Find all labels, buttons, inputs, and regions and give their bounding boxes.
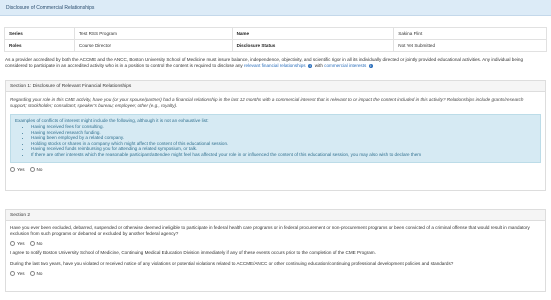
page-header: Disclosure of Commercial Relationships [0,0,551,16]
intro-mid-text: with [314,63,323,69]
yes-label: Yes [17,166,25,172]
disclosure-status-label: Disclosure Status [231,39,395,52]
examples-box: Examples of conflicts of interest might … [10,114,541,163]
yes-label: Yes [17,241,25,247]
section2-agreement: I agree to notify Boston University Scho… [10,250,376,256]
name-label: Name [231,27,395,40]
section2-q2-yes-option[interactable]: Yes [10,270,25,276]
info-row-series: Series Test RSS Program Name Sakina Flin… [4,27,547,40]
section2-q2-no-radio[interactable] [29,270,35,276]
section1-yes-option[interactable]: Yes [10,166,25,172]
series-value: Test RSS Program [73,27,233,40]
no-label: No [36,166,43,172]
section1-panel: Section 1: Disclosure of Relevant Financ… [5,80,546,191]
section1-heading: Section 1: Disclosure of Relevant Financ… [6,81,545,92]
section2-question-2: During the last two years, have you viol… [10,260,454,266]
page-title: Disclosure of Commercial Relationships [6,5,95,11]
list-item: If there are other interests which the r… [31,152,536,158]
section2-heading: Section 2 [6,210,545,221]
no-label: No [36,241,43,247]
no-label: No [36,270,43,276]
roles-value: Course Director [73,39,233,52]
disclosure-status-value: Not Yet Submitted [393,39,547,52]
relevant-financial-relationships-link[interactable]: relevant financial relationships [244,63,306,68]
series-label: Series [4,27,75,40]
section2-question-1: Have you ever been excluded, debarred, s… [10,225,530,237]
section1-question: Regarding your role in this CME activity… [10,97,524,109]
section2-q1-radio-group: Yes No [10,241,541,247]
commercial-interests-link[interactable]: commercial interests [324,63,366,68]
info-icon[interactable]: i [307,63,313,69]
intro-paragraph: As a provider accredited by both the ACC… [5,57,546,70]
info-icon[interactable]: i [368,63,374,69]
section1-yes-radio[interactable] [10,166,15,172]
section2-panel: Section 2 Have you ever been excluded, d… [5,209,546,292]
info-row-roles: Roles Course Director Disclosure Status … [4,39,547,52]
name-value: Sakina Flint [393,27,547,40]
section2-q1-yes-option[interactable]: Yes [10,241,25,247]
section2-q1-yes-radio[interactable] [10,241,15,247]
section2-q2-yes-radio[interactable] [10,270,15,276]
info-table: Series Test RSS Program Name Sakina Flin… [4,27,547,52]
section1-radio-group: Yes No [10,166,541,172]
section2-q2-radio-group: Yes No [10,270,541,276]
section2-q2-no-option[interactable]: No [29,270,43,276]
section1-no-radio[interactable] [29,166,35,172]
section1-no-option[interactable]: No [29,166,43,172]
section2-q1-no-radio[interactable] [29,241,35,247]
examples-list: Having received fees for consulting. Hav… [15,124,536,158]
section2-q1-no-option[interactable]: No [29,241,43,247]
yes-label: Yes [17,270,25,276]
roles-label: Roles [4,39,75,52]
